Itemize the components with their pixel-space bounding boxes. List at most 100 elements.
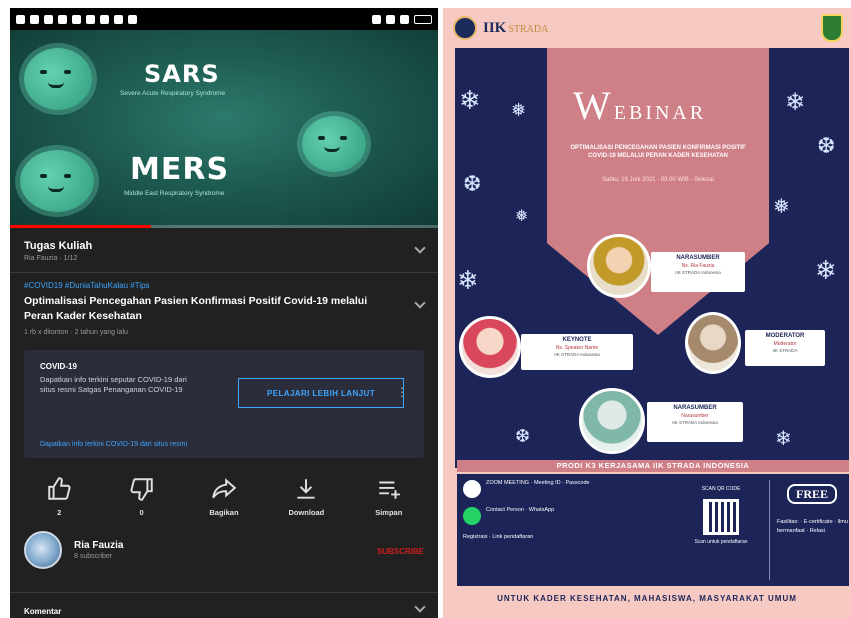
alarm-icon <box>372 14 381 24</box>
image-icon <box>72 14 81 24</box>
snowflake-icon: ❆ <box>515 426 531 447</box>
snowflake-icon: ❆ <box>817 134 836 159</box>
webinar-poster: IIKSTRADA ❄ ❅ ❆ ❄ ❅ ❄ ❆ ❅ ❄ ❆ ❅ ❄ WEBINA… <box>443 8 851 618</box>
channel-row[interactable]: Ria Fauzia 8 subscriber SUBSCRIBE <box>10 517 438 569</box>
whatsapp-info: Contact Person · WhatsApp <box>486 507 555 513</box>
more-vert-icon[interactable]: ⋮ <box>396 386 408 398</box>
learn-more-button[interactable]: PELAJARI LEBIH LANJUT <box>238 378 404 408</box>
whatsapp-icon <box>463 507 481 525</box>
playlist-meta: Ria Fauzia · 1/12 <box>24 255 78 262</box>
save-button[interactable]: Simpan <box>357 476 421 517</box>
speaker-photo <box>459 316 521 378</box>
playlist-header[interactable]: Tugas Kuliah Ria Fauzia · 1/12 <box>10 228 438 262</box>
playlist-add-icon <box>379 481 400 499</box>
virus-icon <box>24 48 92 110</box>
snowflake-icon: ❄ <box>775 426 792 450</box>
target-audience: UNTUK KADER KESEHATAN, MAHASISWA, MASYAR… <box>497 594 797 603</box>
speaker-institution: IIK STRADA Indonesia <box>675 270 721 275</box>
snowflake-icon: ❅ <box>515 206 529 225</box>
chevron-down-icon[interactable] <box>414 601 426 613</box>
free-badge: FREE <box>787 484 837 504</box>
event-info-box: ZOOM MEETING · Meeting ID · Passcode Con… <box>457 474 849 586</box>
speaker-institution: IIK STRADA Indonesia <box>554 352 600 357</box>
snowflake-icon: ❄ <box>785 88 806 116</box>
card-icon <box>128 14 137 24</box>
mail-icon <box>58 14 67 24</box>
composite-screenshot: SARS Severe Acute Respiratory Syndrome M… <box>0 0 851 618</box>
avatar[interactable] <box>24 531 62 569</box>
subscribe-button[interactable]: SUBSCRIBE <box>377 547 424 556</box>
channel-name[interactable]: Ria Fauzia <box>74 540 123 551</box>
like-button[interactable]: 2 <box>27 476 91 517</box>
virus-icon <box>20 150 94 212</box>
virus-icon <box>302 116 366 172</box>
comments-row[interactable]: Komentar <box>10 592 438 618</box>
dislike-count: 0 <box>139 508 144 517</box>
snowflake-icon: ❄ <box>815 256 837 286</box>
speaker-role: NARASUMBER <box>676 255 720 261</box>
organizer-strip: PRODI K3 KERJASAMA IIK STRADA INDONESIA <box>457 460 849 472</box>
comments-label: Komentar <box>24 607 62 616</box>
dislike-button[interactable]: 0 <box>110 476 174 517</box>
webinar-date: Sabtu, 19 Juni 2021 · 09.00 WIB - Selesa… <box>602 177 714 183</box>
wifi-icon <box>386 14 395 24</box>
covid-heading: COVID-19 <box>40 362 77 371</box>
registration-info: Registrasi · Link pendaftaran <box>463 534 534 540</box>
share-label: Bagikan <box>209 508 239 517</box>
like-count: 2 <box>57 508 62 517</box>
speaker-photo <box>685 312 741 374</box>
video-meta: 1 rb x ditonton · 2 tahun yang lalu <box>24 329 128 336</box>
snowflake-icon: ❅ <box>773 194 790 218</box>
playlist-title: Tugas Kuliah <box>24 240 93 252</box>
webinar-title: WEBINAR <box>573 83 707 128</box>
speaker-name: Ns. Speaker Name <box>555 345 599 351</box>
share-button[interactable]: Bagikan <box>192 476 256 517</box>
video-info[interactable]: #COVID19 #DuniaTahuKalau #Tips Optimalis… <box>10 273 438 336</box>
download-icon <box>297 479 316 499</box>
thumbs-up-icon <box>48 477 71 500</box>
benefits-list: Fasilitas: · E-certificate · Ilmu berman… <box>777 519 848 534</box>
download-button[interactable]: Download <box>274 476 338 517</box>
cloud-icon <box>114 14 123 24</box>
covid-footer-link[interactable]: Dapatkan info terkini COVID-19 dari situ… <box>40 441 187 448</box>
chevron-down-icon[interactable] <box>414 297 426 309</box>
status-bar <box>10 8 438 30</box>
share-icon <box>212 478 237 499</box>
poster-navy-background: ❄ ❅ ❆ ❄ ❅ ❄ ❆ ❅ ❄ ❆ ❅ ❄ WEBINAR OPTIMALI… <box>455 48 849 468</box>
sars-title: SARS <box>144 60 220 88</box>
speaker-photo <box>587 234 651 298</box>
speaker-name: Ns. Ria Fauzia <box>681 263 715 269</box>
iik-logo-icon <box>453 16 477 40</box>
webinar-theme: OPTIMALISASI PENCEGAHAN PASIEN KONFIRMAS… <box>570 145 746 159</box>
zoom-icon <box>463 480 481 498</box>
covid-info-panel: COVID-19 Dapatkan info terkini seputar C… <box>24 350 424 458</box>
scan-note: Scan untuk pendaftaran <box>694 539 748 545</box>
subscriber-count: 8 subscriber <box>74 553 113 560</box>
snowflake-icon: ❆ <box>463 172 482 197</box>
poster-logo-text: IIK STRADA <box>483 19 549 36</box>
signal-icon <box>400 14 409 24</box>
divider <box>769 480 770 580</box>
covid-text: Dapatkan info terkini seputar COVID-19 d… <box>40 375 187 394</box>
battery-icon <box>414 14 432 24</box>
youtube-app-screen: SARS Severe Acute Respiratory Syndrome M… <box>10 8 438 618</box>
speaker-name: Narasumber <box>681 413 709 419</box>
speaker-role: NARASUMBER <box>673 405 717 411</box>
speaker-institution: IIK STRADA Indonesia <box>672 420 718 425</box>
video-player[interactable]: SARS Severe Acute Respiratory Syndrome M… <box>10 30 438 228</box>
notification-icon <box>16 14 25 24</box>
zoom-info: ZOOM MEETING · Meeting ID · Passcode <box>486 480 590 486</box>
action-bar: 2 0 Bagikan Download Simpan <box>10 458 438 517</box>
regional-emblem-icon <box>821 14 843 42</box>
qr-code-icon <box>703 499 739 535</box>
speaker-role: MODERATOR <box>765 333 805 339</box>
mers-subtitle: Middle East Respiratory Syndrome <box>124 190 225 197</box>
mers-title: MERS <box>130 152 230 187</box>
speaker-name: Moderator <box>773 341 797 347</box>
download-label: Download <box>288 508 325 517</box>
speaker-institution: IIK STRADA <box>772 348 798 353</box>
video-hashtags[interactable]: #COVID19 #DuniaTahuKalau #Tips <box>24 281 424 290</box>
snowflake-icon: ❄ <box>457 266 479 296</box>
thumbs-down-icon <box>130 478 153 501</box>
snowflake-icon: ❄ <box>459 86 481 116</box>
